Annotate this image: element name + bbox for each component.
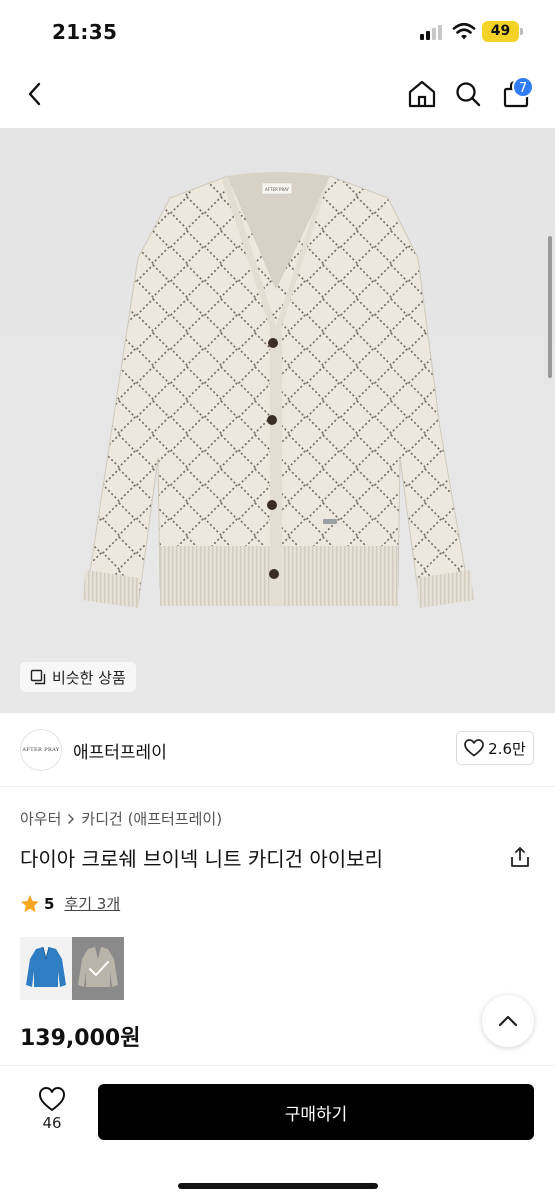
similar-products-button[interactable]: 비슷한 상품: [20, 662, 136, 692]
brand-name: 애프터프레이: [73, 743, 167, 763]
home-icon: [408, 80, 436, 108]
nav-bar: [0, 62, 555, 128]
rating-score: 5: [44, 894, 55, 913]
home-button[interactable]: [404, 76, 440, 112]
color-option-ivory[interactable]: [72, 937, 124, 1000]
share-icon: [511, 847, 529, 867]
scroll-indicator: [548, 236, 552, 378]
product-image[interactable]: AFTER PRAY: [0, 128, 555, 713]
search-icon: [456, 82, 481, 107]
heart-icon: [39, 1087, 65, 1111]
bottom-action-bar: 46 구매하기: [0, 1065, 555, 1200]
brand-like-button[interactable]: 2.6만: [456, 731, 534, 765]
rating-row: 5 후기 3개: [20, 893, 120, 914]
wishlist-count: 46: [42, 1114, 62, 1132]
buy-button[interactable]: 구매하기: [98, 1084, 534, 1140]
share-button[interactable]: [509, 846, 533, 870]
brand-logo: AFTER PRAY: [20, 729, 62, 771]
brand-like-count: 2.6만: [488, 739, 526, 758]
breadcrumb: 아우터 카디건 (애프터프레이): [20, 808, 222, 829]
product-price: 139,000원: [20, 1026, 141, 1051]
battery-cap: [520, 28, 523, 35]
home-indicator: [178, 1183, 378, 1189]
cart-count-badge: 7: [512, 76, 534, 98]
review-link[interactable]: 후기 3개: [64, 893, 120, 914]
breadcrumb-category[interactable]: 아우터: [20, 808, 61, 829]
wishlist-button[interactable]: 46: [28, 1086, 76, 1146]
similar-products-label: 비슷한 상품: [52, 668, 126, 687]
status-time: 21:35: [52, 20, 118, 44]
brand-row[interactable]: AFTER PRAY 애프터프레이 2.6만: [0, 713, 555, 787]
breadcrumb-subcategory[interactable]: 카디건 (애프터프레이): [81, 808, 222, 829]
status-bar: 21:35 49: [0, 0, 555, 62]
scroll-to-top-button[interactable]: [482, 995, 534, 1047]
star-icon: [21, 894, 39, 912]
chevron-left-icon: [28, 82, 41, 106]
ivory-cardigan-thumbnail: [78, 947, 118, 987]
chevron-up-icon: [498, 1015, 518, 1027]
svg-text:AFTER PRAY: AFTER PRAY: [265, 187, 289, 192]
blue-cardigan-thumbnail: [26, 946, 66, 987]
product-title: 다이아 크로쉐 브이넥 니트 카디건 아이보리: [20, 847, 383, 871]
cardigan-illustration: AFTER PRAY: [82, 172, 474, 608]
color-option-blue[interactable]: [20, 937, 72, 1000]
copy-icon: [30, 669, 46, 685]
back-button[interactable]: [18, 76, 54, 112]
wifi-icon: [452, 22, 476, 40]
search-button[interactable]: [450, 76, 486, 112]
cellular-signal-icon: [420, 24, 446, 40]
battery-indicator: 49: [482, 21, 519, 42]
heart-icon: [464, 739, 485, 757]
chevron-right-icon: [68, 813, 75, 824]
